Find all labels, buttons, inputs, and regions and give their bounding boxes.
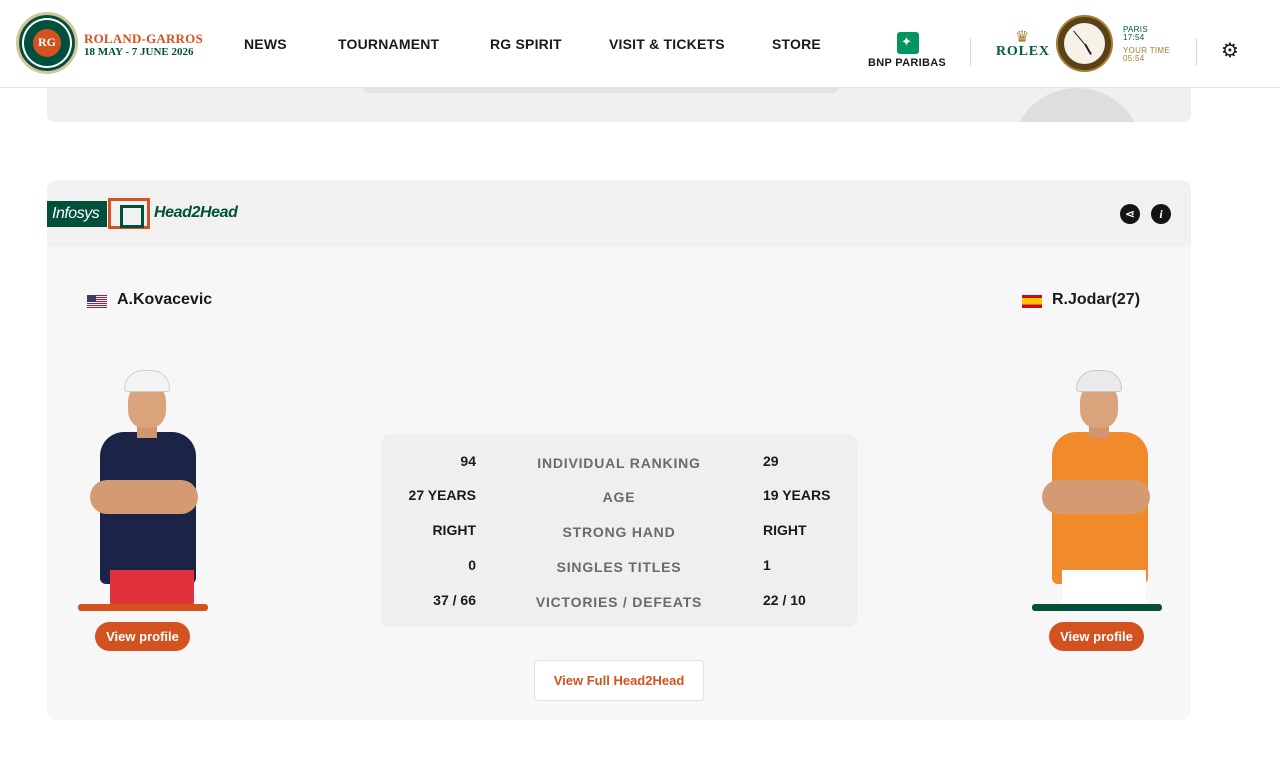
- stat-label: INDIVIDUAL RANKING: [537, 455, 701, 471]
- head2head-stats-panel: 94 INDIVIDUAL RANKING 29 27 YEARS AGE 19…: [381, 434, 858, 627]
- infosys-logo: Infosys: [47, 201, 107, 227]
- nav-rg-spirit[interactable]: RG SPIRIT: [490, 36, 562, 52]
- player-right-base-bar: [1032, 604, 1162, 611]
- stat-left-value: 94: [460, 453, 476, 469]
- player-left-photo[interactable]: [78, 370, 208, 606]
- stat-label: AGE: [602, 489, 636, 505]
- stat-left-value: RIGHT: [432, 522, 476, 538]
- nav-store[interactable]: STORE: [772, 36, 821, 52]
- stat-right-value: 29: [763, 453, 779, 469]
- site-header: ROLAND-GARROS 18 MAY - 7 JUNE 2026 NEWS …: [0, 0, 1280, 88]
- player-left-name[interactable]: A.Kovacevic: [117, 291, 212, 309]
- divider: [970, 38, 971, 66]
- player-left-arms: [90, 480, 198, 514]
- stat-row-strong-hand: RIGHT STRONG HAND RIGHT: [381, 522, 858, 542]
- nav-news[interactable]: NEWS: [244, 36, 287, 52]
- view-full-head2head-button[interactable]: View Full Head2Head: [534, 660, 704, 701]
- previous-section-shape: [1011, 88, 1143, 122]
- stat-left-value: 37 / 66: [433, 592, 476, 608]
- rolex-clock-icon[interactable]: [1056, 15, 1113, 72]
- player-right-view-profile-button[interactable]: View profile: [1049, 622, 1144, 651]
- paris-time: 17:54: [1123, 33, 1145, 42]
- bnp-paribas-logo-icon[interactable]: [897, 32, 919, 54]
- settings-gear-icon[interactable]: ⚙: [1219, 40, 1241, 62]
- info-icon[interactable]: i: [1151, 204, 1171, 224]
- head2head-card: Infosys Head2Head ⋖ i A.Kovacevic View p…: [47, 180, 1191, 720]
- usa-flag-icon: [87, 295, 107, 308]
- clock-face: [1064, 23, 1105, 64]
- player-left-base-bar: [78, 604, 208, 611]
- head2head-card-header: Infosys Head2Head ⋖ i: [47, 180, 1191, 247]
- stat-left-value: 0: [468, 557, 476, 573]
- clock-hour-hand: [1084, 43, 1092, 55]
- rg-monogram-icon: [33, 29, 61, 57]
- stat-row-singles-titles: 0 SINGLES TITLES 1: [381, 557, 858, 577]
- rolex-brand[interactable]: ROLEX: [996, 44, 1050, 60]
- nav-tournament[interactable]: TOURNAMENT: [338, 36, 439, 52]
- stat-right-value: 19 YEARS: [763, 487, 831, 503]
- share-icon[interactable]: ⋖: [1120, 204, 1140, 224]
- stat-right-value: RIGHT: [763, 522, 807, 538]
- stat-row-ranking: 94 INDIVIDUAL RANKING 29: [381, 453, 858, 473]
- stat-right-value: 22 / 10: [763, 592, 806, 608]
- brand-name: ROLAND-GARROS: [84, 31, 203, 46]
- player-right-cap: [1076, 370, 1122, 392]
- clock-minute-hand: [1073, 30, 1085, 45]
- nav-visit-tickets[interactable]: VISIT & TICKETS: [609, 36, 725, 52]
- player-left-shorts: [110, 570, 194, 606]
- player-left-view-profile-button[interactable]: View profile: [95, 622, 190, 651]
- divider: [1196, 38, 1197, 66]
- player-right-arms: [1042, 480, 1150, 514]
- stat-right-value: 1: [763, 557, 771, 573]
- player-right-name[interactable]: R.Jodar(27): [1052, 291, 1140, 309]
- stat-label: STRONG HAND: [562, 524, 676, 540]
- spain-flag-icon: [1022, 295, 1042, 308]
- stat-label: SINGLES TITLES: [556, 559, 682, 575]
- player-left-cap: [124, 370, 170, 392]
- player-right-shorts: [1062, 570, 1146, 606]
- head2head-brand: Head2Head: [154, 204, 238, 221]
- player-right-photo[interactable]: [1030, 370, 1160, 606]
- roland-garros-logo[interactable]: [16, 12, 78, 74]
- stat-row-age: 27 YEARS AGE 19 YEARS: [381, 487, 858, 507]
- brand-dates: 18 MAY - 7 JUNE 2026: [84, 46, 194, 58]
- stat-left-value: 27 YEARS: [408, 487, 476, 503]
- stat-label: VICTORIES / DEFEATS: [535, 594, 703, 610]
- head2head-mark-icon: [108, 198, 150, 229]
- sponsor-name: BNP PARIBAS: [868, 57, 947, 69]
- your-time: 05:54: [1123, 54, 1145, 63]
- stat-row-victories-defeats: 37 / 66 VICTORIES / DEFEATS 22 / 10: [381, 592, 858, 612]
